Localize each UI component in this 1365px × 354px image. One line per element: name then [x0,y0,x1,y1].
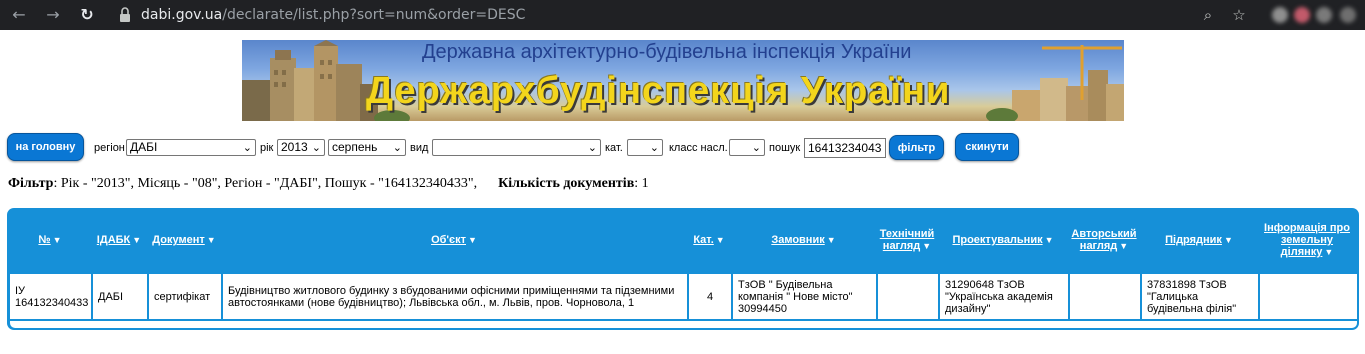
cell-customer: ТзОВ " Будівельна компанія " Нове місто"… [733,274,878,319]
sort-arrow-icon[interactable]: ▼ [207,234,216,246]
sort-link-document[interactable]: Документ [152,234,204,246]
column-header-land-info[interactable]: Інформація про земельну ділянку ▼ [1259,208,1355,272]
sort-arrow-icon[interactable]: ▼ [1224,234,1233,246]
month-value: серпень [332,140,378,154]
sort-link-idabk[interactable]: ІДАБК [97,234,130,246]
search-input[interactable]: 16413234043 [804,138,886,158]
region-value: ДАБІ [130,140,158,154]
filter-summary-label: Фільтр [8,176,54,191]
column-header-contractor[interactable]: Підрядник ▼ [1141,208,1257,272]
chevron-down-icon: ⌄ [311,142,321,154]
cell-document: сертифікат [149,274,223,319]
table-row: ІУ 164132340433 ДАБІ сертифікат Будівниц… [10,274,1357,319]
column-header-author-supervision[interactable]: Авторський нагляд ▼ [1069,208,1139,272]
class-select[interactable]: ⌄ [729,139,765,156]
chevron-down-icon: ⌄ [392,142,402,154]
sort-arrow-icon[interactable]: ▼ [1119,241,1128,251]
site-banner: Державна архітектурно-будівельна інспекц… [242,40,1124,121]
sort-arrow-icon[interactable]: ▼ [716,234,725,246]
back-icon[interactable]: ← [8,4,30,26]
document-count-value: : 1 [634,176,649,191]
category-label: кат. [605,142,623,154]
cell-object: Будівництво житлового будинку з вбудован… [223,274,689,319]
sort-arrow-icon[interactable]: ▼ [132,234,141,246]
profile-avatar[interactable] [1294,7,1310,23]
type-select[interactable]: ⌄ [432,139,601,156]
column-header-document[interactable]: Документ ▼ [148,208,220,272]
column-header-num[interactable]: № ▼ [10,208,90,272]
banner-title: Держархбудінспекція України [366,70,951,112]
chevron-down-icon: ⌄ [242,142,252,154]
forward-icon[interactable]: → [42,4,64,26]
cell-author-supervision [1070,274,1142,319]
cell-num: ІУ 164132340433 [10,274,93,319]
chevron-down-icon: ⌄ [751,142,761,154]
class-label: класс насл. [669,142,728,154]
sort-arrow-icon[interactable]: ▼ [922,241,931,251]
sort-link-customer[interactable]: Замовник [771,234,824,246]
month-select[interactable]: серпень ⌄ [328,139,406,156]
sort-link-category[interactable]: Кат. [693,234,713,246]
cell-idabk: ДАБІ [93,274,149,319]
category-select[interactable]: ⌄ [627,139,663,156]
year-value: 2013 [281,140,308,154]
sort-link-object[interactable]: Об'єкт [431,234,466,246]
region-label: регіон [94,142,125,154]
banner-subtitle: Державна архітектурно-будівельна інспекц… [422,41,912,63]
reset-button[interactable]: скинути [955,133,1019,161]
filter-button[interactable]: фільтр [889,135,944,160]
sort-link-num[interactable]: № [38,234,50,246]
lock-icon [120,7,130,22]
filter-summary: Фільтр: Рік - "2013", Місяць - "08", Рег… [8,176,649,192]
url-host: dabi.gov.ua [141,7,223,23]
star-icon[interactable]: ☆ [1228,4,1250,26]
sort-arrow-icon[interactable]: ▼ [53,234,62,246]
cell-land-info [1260,274,1357,319]
cell-tech-supervision [878,274,940,319]
document-count-label: Кількість документів [498,176,635,191]
type-label: вид [410,142,429,154]
zoom-icon[interactable]: ⌕ [1197,4,1219,26]
sort-link-designer[interactable]: Проектувальник [952,234,1042,246]
sort-arrow-icon[interactable]: ▼ [468,234,477,246]
year-select[interactable]: 2013 ⌄ [277,139,325,156]
column-header-tech-supervision[interactable]: Технічний нагляд ▼ [877,208,937,272]
menu-icon[interactable] [1340,7,1356,23]
sort-arrow-icon[interactable]: ▼ [1045,234,1054,246]
reload-icon[interactable]: ↻ [76,4,98,26]
browser-toolbar: ← → ↻ dabi.gov.ua/declarate/list.php?sor… [0,0,1365,30]
cell-contractor: 37831898 ТзОВ "Галицька будівельна філія… [1142,274,1260,319]
table-header: № ▼ ІДАБК ▼ Документ ▼ Об'єкт ▼ Кат. ▼ Замовн… [7,208,1359,272]
sort-link-land-info[interactable]: Інформація про земельну ділянку [1264,222,1350,258]
home-button[interactable]: на головну [7,133,84,161]
declarations-table: № ▼ ІДАБК ▼ Документ ▼ Об'єкт ▼ Кат. ▼ Замовн… [7,208,1359,330]
chevron-down-icon: ⌄ [649,142,659,154]
column-header-category[interactable]: Кат. ▼ [688,208,730,272]
region-select[interactable]: ДАБІ ⌄ [126,139,256,156]
extension-icon[interactable] [1316,7,1332,23]
chevron-down-icon: ⌄ [587,142,597,154]
column-header-designer[interactable]: Проектувальник ▼ [939,208,1067,272]
address-bar[interactable]: dabi.gov.ua/declarate/list.php?sort=num&… [141,7,525,23]
cell-category: 4 [689,274,733,319]
search-label: пошук [769,142,801,154]
column-header-customer[interactable]: Замовник ▼ [732,208,875,272]
table-footer [10,321,1357,328]
filter-summary-text: : Рік - "2013", Місяць - "08", Регіон - … [53,176,478,191]
sort-arrow-icon[interactable]: ▼ [1324,247,1333,257]
column-header-idabk[interactable]: ІДАБК ▼ [92,208,146,272]
cell-designer: 31290648 ТзОВ "Українська академія дизай… [940,274,1070,319]
sort-arrow-icon[interactable]: ▼ [827,234,836,246]
extension-icon[interactable] [1272,7,1288,23]
column-header-object[interactable]: Об'єкт ▼ [222,208,686,272]
url-path: /declarate/list.php?sort=num&order=DESC [222,7,526,23]
sort-link-contractor[interactable]: Підрядник [1165,234,1222,246]
year-label: рік [260,142,274,154]
